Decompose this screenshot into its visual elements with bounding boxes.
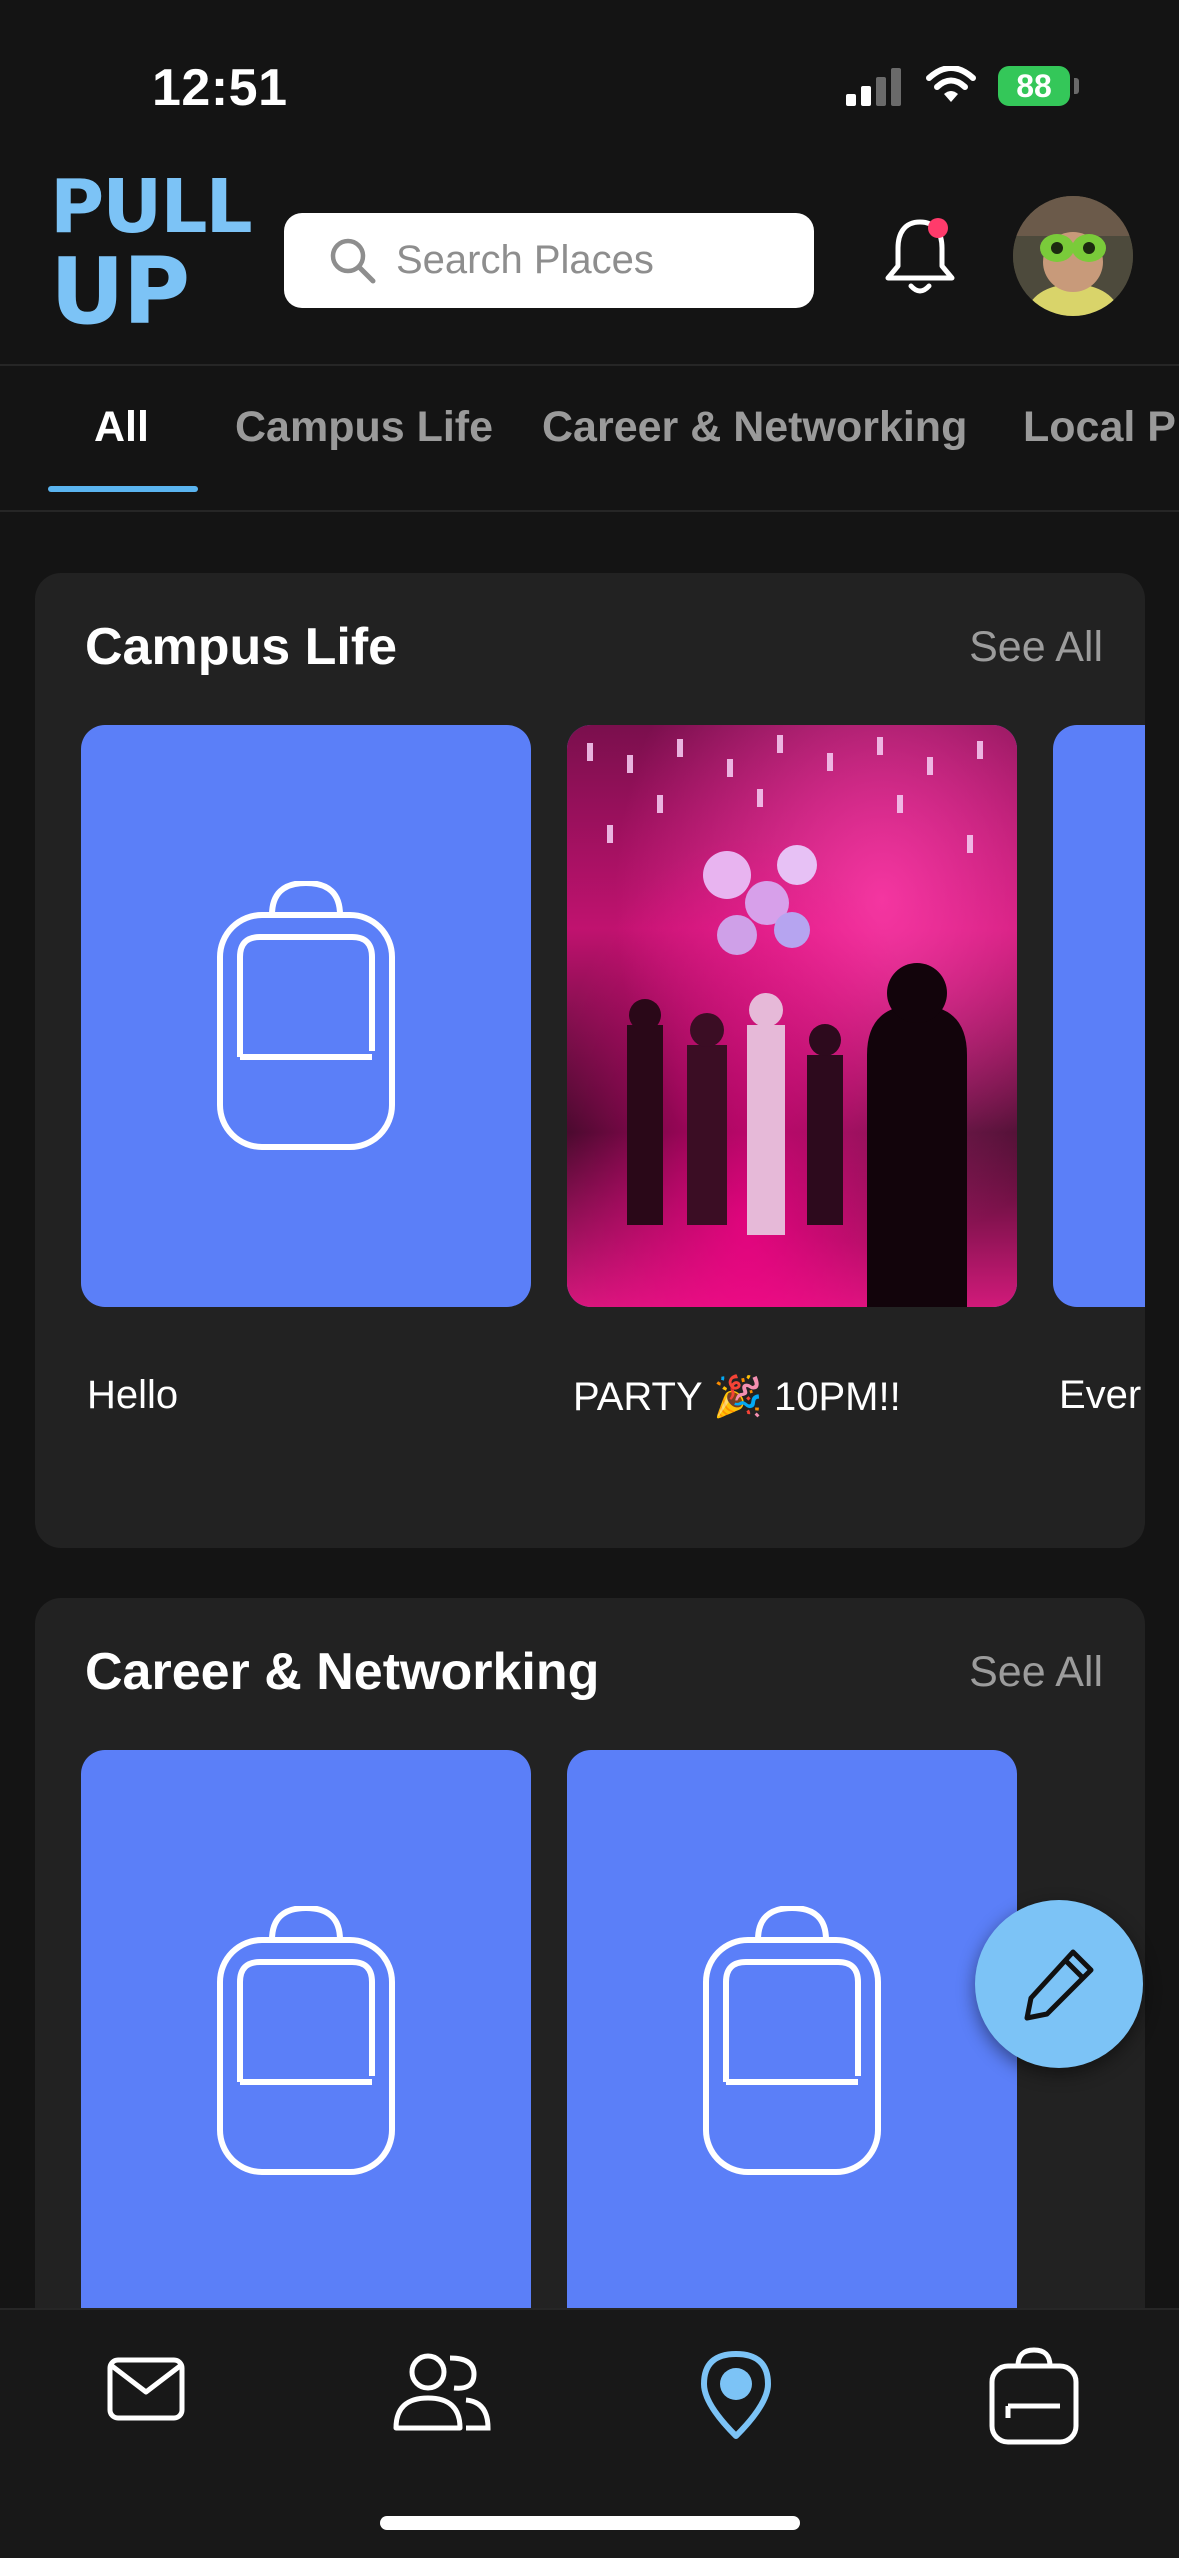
notification-badge (928, 218, 948, 238)
status-bar: 12:51 88 (0, 0, 1179, 150)
profile-avatar[interactable] (1013, 196, 1133, 316)
status-time: 12:51 (152, 59, 288, 117)
cellular-signal-icon (846, 68, 901, 106)
event-card[interactable] (81, 725, 531, 1307)
mail-icon (107, 2357, 185, 2421)
backpack-icon (217, 881, 395, 1150)
nav-friends[interactable] (392, 2346, 492, 2441)
tab-all[interactable]: All (94, 403, 149, 452)
wifi-icon (926, 66, 976, 102)
location-pin-icon (701, 2351, 771, 2439)
notifications-button[interactable] (880, 212, 960, 302)
people-icon (393, 2353, 491, 2431)
bell-icon (885, 219, 955, 294)
app-logo[interactable]: PULL UP (50, 168, 253, 345)
section-title: Campus Life (85, 618, 398, 676)
event-card[interactable] (567, 1750, 1017, 2332)
backpack-icon (989, 2347, 1079, 2445)
battery-indicator: 88 (998, 66, 1070, 106)
tab-campus-life[interactable]: Campus Life (235, 403, 493, 452)
party-photo (567, 725, 1017, 1307)
section-title: Career & Networking (85, 1643, 600, 1701)
home-indicator[interactable] (380, 2516, 800, 2530)
backpack-icon (217, 1906, 395, 2175)
backpack-icon (703, 1906, 881, 2175)
tab-local[interactable]: Local P (1023, 403, 1176, 452)
card-caption: PARTY 🎉 10PM!! (573, 1375, 901, 1419)
compose-post-button[interactable] (975, 1900, 1143, 2068)
logo-line-up: UP (50, 238, 190, 345)
active-tab-indicator (48, 486, 198, 492)
pencil-icon (1024, 1949, 1094, 2021)
event-card[interactable] (1053, 725, 1145, 1307)
logo-line-pull: PULL (50, 164, 253, 250)
nav-map[interactable] (694, 2346, 778, 2447)
search-input[interactable]: Search Places (284, 213, 814, 308)
card-caption: Hello (87, 1373, 179, 1417)
event-card[interactable] (81, 1750, 531, 2332)
nav-backpack[interactable] (986, 2346, 1082, 2451)
see-all-button[interactable]: See All (969, 623, 1103, 672)
battery-cap (1074, 78, 1079, 94)
party-photo-scene (587, 735, 983, 1307)
battery-level: 88 (1016, 67, 1052, 104)
search-placeholder: Search Places (396, 238, 654, 282)
search-icon (330, 238, 376, 283)
nav-messages[interactable] (104, 2346, 188, 2435)
section-campus-life: Campus Life See All Hello PARTY 🎉 10PM!!… (35, 573, 1145, 1548)
category-tabs: All Campus Life Career & Networking Loca… (0, 366, 1179, 511)
event-card[interactable] (567, 725, 1017, 1307)
avatar-image (1013, 196, 1133, 316)
card-caption: Ever (1059, 1373, 1142, 1417)
see-all-button[interactable]: See All (969, 1648, 1103, 1697)
tabs-divider (0, 510, 1179, 512)
tab-career-networking[interactable]: Career & Networking (542, 403, 967, 452)
